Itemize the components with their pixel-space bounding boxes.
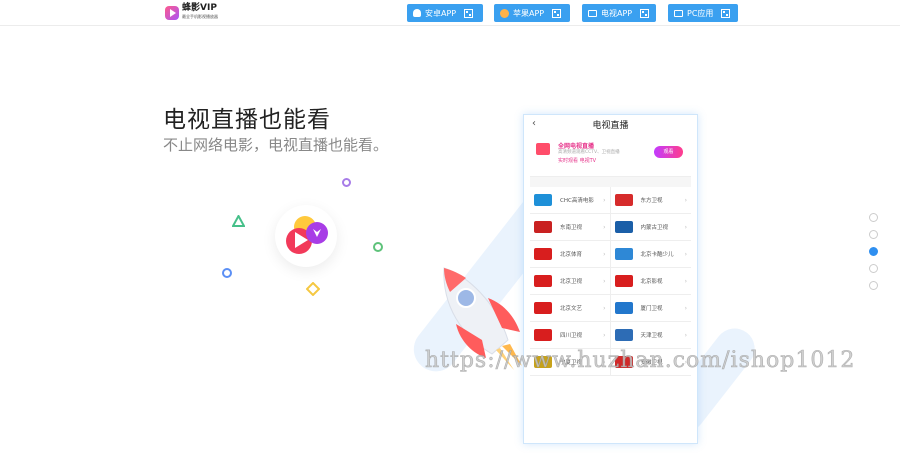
channel-logo-icon <box>534 302 552 314</box>
android-icon <box>413 9 421 17</box>
logo-slogan: 最全手机影视播放器 <box>182 14 218 19</box>
channel-name: CHC高清电影 <box>560 198 594 204</box>
chevron-right-icon: › <box>684 304 687 312</box>
channel-item[interactable]: CHC高清电影 › <box>530 187 611 214</box>
pager-dot[interactable] <box>869 247 878 256</box>
channel-item[interactable]: 四川卫视 › <box>530 322 611 349</box>
tv-icon <box>536 143 550 155</box>
channel-item[interactable]: 北京影视 › <box>610 268 691 295</box>
channel-item[interactable]: 东方卫视 › <box>610 187 691 214</box>
chevron-right-icon: › <box>603 304 606 312</box>
hero-title: 电视直播也能看 <box>163 107 331 133</box>
channel-logo-icon <box>534 221 552 233</box>
channel-logo-icon <box>534 248 552 260</box>
pager-dot[interactable] <box>869 264 878 273</box>
android-app-button[interactable]: 安卓APP <box>407 4 483 22</box>
top-nav-bar: 蜂影VIP 最全手机影视播放器 安卓APP 苹果APP 电视APP PC应用 <box>0 0 900 26</box>
pager-dot[interactable] <box>869 230 878 239</box>
pager-dot[interactable] <box>869 213 878 222</box>
channel-name: 东方卫视 <box>640 198 663 204</box>
channel-item[interactable]: 厦门卫视 › <box>610 295 691 322</box>
channel-logo-icon <box>614 302 633 314</box>
nav-label: 苹果APP <box>513 8 545 18</box>
phone-mockup: ‹ 电视直播 全网电视直播 高清频道观看CCTV、卫视直播 实时观看 电视TV … <box>523 114 698 444</box>
apple-icon <box>500 8 509 18</box>
back-arrow-icon[interactable]: ‹ <box>532 118 536 129</box>
channel-name: 北京影视 <box>640 279 663 285</box>
chevron-right-icon: › <box>684 196 687 204</box>
promo-description: 高清频道观看CCTV、卫视直播 <box>558 150 620 155</box>
qr-code-icon[interactable] <box>640 8 650 18</box>
pc-icon <box>674 9 683 17</box>
chevron-right-icon: › <box>603 223 606 231</box>
tv-icon <box>588 9 597 17</box>
pager-dot[interactable] <box>869 281 878 290</box>
promo-tags: 实时观看 电视TV <box>558 158 597 164</box>
channel-logo-icon <box>614 275 633 287</box>
channel-name: 厦门卫视 <box>640 306 663 312</box>
hero-subtitle: 不止网络电影，电视直播也能看。 <box>163 136 389 154</box>
chevron-right-icon: › <box>684 277 687 285</box>
pc-app-button[interactable]: PC应用 <box>668 4 738 22</box>
section-pager <box>869 213 878 298</box>
watermark-text: https://www.huzhan.com/ishop1012 <box>425 348 856 374</box>
chevron-right-icon: › <box>684 331 687 339</box>
channel-name: 内蒙古卫视 <box>640 225 669 231</box>
channel-item[interactable]: 北京卫视 › <box>530 268 611 295</box>
channel-item[interactable]: 内蒙古卫视 › <box>610 214 691 241</box>
channel-name: 北京卡酷少儿 <box>640 252 674 258</box>
qr-code-icon[interactable] <box>552 8 562 18</box>
channel-item[interactable]: 天津卫视 › <box>610 322 691 349</box>
channel-item[interactable]: 北京卡酷少儿 › <box>610 241 691 268</box>
chevron-right-icon: › <box>603 331 606 339</box>
play-icon <box>286 216 328 254</box>
decor-triangle-icon <box>232 215 245 227</box>
channel-logo-icon <box>614 248 633 260</box>
channel-name: 北京文艺 <box>560 306 583 312</box>
decor-diamond-icon <box>306 282 320 296</box>
logo-name: 蜂影VIP <box>182 3 217 13</box>
logo-play-icon <box>165 5 179 20</box>
chevron-right-icon: › <box>684 250 687 258</box>
chevron-right-icon: › <box>603 196 606 204</box>
ios-app-button[interactable]: 苹果APP <box>494 4 570 22</box>
chevron-right-icon: › <box>603 277 606 285</box>
live-promo-card[interactable]: 全网电视直播 高清频道观看CCTV、卫视直播 实时观看 电视TV 观看 <box>530 135 691 177</box>
channel-logo-icon <box>614 194 633 206</box>
watch-button[interactable]: 观看 <box>654 146 683 158</box>
channel-logo-icon <box>534 275 552 287</box>
qr-code-icon[interactable] <box>721 8 731 18</box>
channel-logo-icon <box>614 221 633 233</box>
decor-circle-icon <box>222 268 232 278</box>
chevron-right-icon: › <box>684 223 687 231</box>
nav-label: 安卓APP <box>425 8 457 18</box>
channel-logo-icon <box>614 329 633 341</box>
nav-label: 电视APP <box>601 8 633 18</box>
phone-title: 电视直播 <box>592 120 629 131</box>
channel-logo-icon <box>534 194 552 206</box>
channel-item[interactable]: 北京体育 › <box>530 241 611 268</box>
decor-circle-icon <box>342 178 351 187</box>
phone-header: ‹ 电视直播 <box>524 115 697 133</box>
logo[interactable]: 蜂影VIP 最全手机影视播放器 <box>165 4 218 21</box>
qr-code-icon[interactable] <box>464 8 474 18</box>
nav-label: PC应用 <box>687 8 714 18</box>
channel-name: 北京卫视 <box>560 279 583 285</box>
channel-name: 东南卫视 <box>560 225 583 231</box>
channel-name: 天津卫视 <box>640 333 663 339</box>
channel-logo-icon <box>534 329 552 341</box>
channel-name: 北京体育 <box>560 252 583 258</box>
tv-app-button[interactable]: 电视APP <box>582 4 656 22</box>
decor-circle-icon <box>373 242 383 252</box>
channel-name: 四川卫视 <box>560 333 583 339</box>
video-play-emblem <box>275 205 337 267</box>
chevron-right-icon: › <box>603 250 606 258</box>
channel-item[interactable]: 东南卫视 › <box>530 214 611 241</box>
channel-item[interactable]: 北京文艺 › <box>530 295 611 322</box>
